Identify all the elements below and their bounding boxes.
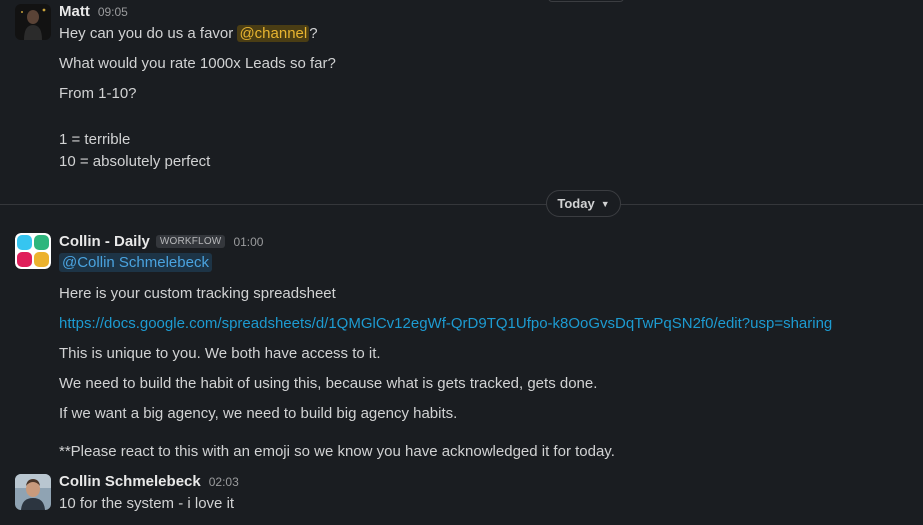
sender-name[interactable]: Collin - Daily [59, 233, 150, 250]
chevron-down-icon: ▼ [600, 198, 610, 209]
timestamp[interactable]: 01:00 [233, 235, 263, 249]
message-text: 10 for the system - i love it [59, 495, 235, 512]
user-mention[interactable]: @Collin Schmelebeck [59, 253, 212, 272]
message-text: Hey can you do us a favor @channel? [59, 25, 318, 42]
message-list: Matt 09:05 Hey can you do us a favor @ch… [0, 0, 923, 525]
message-matt: Matt 09:05 Hey can you do us a favor @ch… [0, 0, 923, 180]
sender-name[interactable]: Collin Schmelebeck [59, 473, 201, 490]
message-text: **Please react to this with an emoji so … [59, 443, 615, 460]
message-text: @Collin Schmelebeck [59, 253, 212, 272]
workflow-badge: WORKFLOW [155, 235, 226, 248]
message-text: If we want a big agency, we need to buil… [59, 405, 458, 422]
message-workflow: Collin - Daily WORKFLOW 01:00 @Collin Sc… [0, 230, 923, 465]
message-text: 1 = terrible [59, 131, 131, 148]
avatar[interactable] [15, 4, 51, 40]
avatar-matt-icon [15, 4, 51, 40]
text-segment: ? [309, 25, 318, 42]
message-collin: Collin Schmelebeck 02:03 10 for the syst… [0, 470, 923, 525]
day-label: Today [557, 196, 595, 211]
message-text: What would you rate 1000x Leads so far? [59, 55, 336, 72]
workflow-app-icon [15, 233, 51, 269]
message-text: This is unique to you. We both have acce… [59, 345, 381, 362]
avatar[interactable] [15, 474, 51, 510]
message-text: We need to build the habit of using this… [59, 375, 598, 392]
timestamp[interactable]: 02:03 [209, 475, 239, 489]
day-divider-button[interactable]: Today ▼ [546, 190, 621, 217]
avatar[interactable] [15, 233, 51, 269]
message-text: From 1-10? [59, 85, 137, 102]
text-segment: Hey can you do us a favor [59, 25, 238, 42]
avatar-collin-icon [15, 474, 51, 510]
spreadsheet-link[interactable]: https://docs.google.com/spreadsheets/d/1… [59, 315, 832, 332]
message-text: Here is your custom tracking spreadsheet [59, 285, 336, 302]
message-text: 10 = absolutely perfect [59, 153, 211, 170]
channel-mention[interactable]: @channel [237, 25, 310, 42]
sender-name[interactable]: Matt [59, 3, 90, 20]
timestamp[interactable]: 09:05 [98, 5, 128, 19]
day-divider [0, 204, 923, 205]
